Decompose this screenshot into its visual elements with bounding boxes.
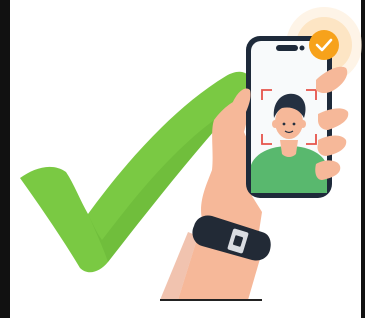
avatar-eye-right (292, 122, 296, 126)
avatar-eye-left (282, 122, 286, 126)
avatar-neck (280, 140, 298, 157)
phone-camera (299, 45, 305, 51)
illustration-canvas (20, 7, 362, 301)
avatar-ear-right (300, 120, 306, 128)
verification-illustration (0, 0, 365, 318)
badge-circle (309, 30, 339, 60)
verified-badge-icon (309, 30, 339, 60)
phone-notch (276, 45, 298, 51)
finger-3 (317, 135, 347, 156)
avatar-ear-left (272, 120, 278, 128)
finger-4 (315, 160, 341, 180)
